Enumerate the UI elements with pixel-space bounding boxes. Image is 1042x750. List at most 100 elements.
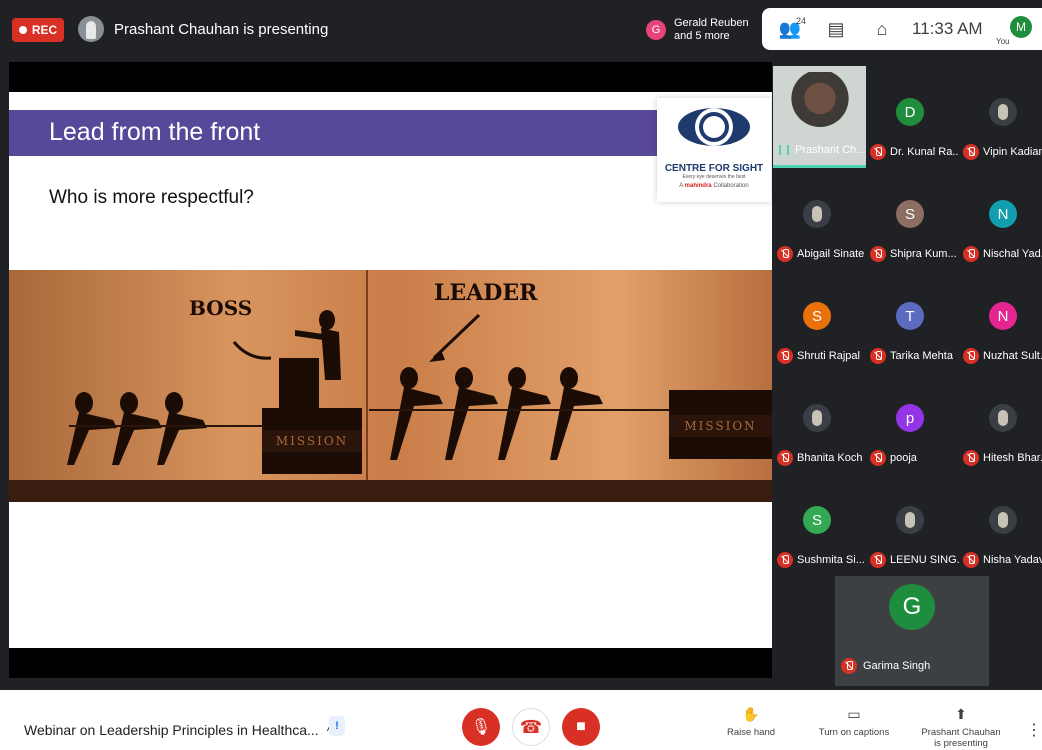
other-participants-chip[interactable]: G Gerald Reuben and 5 more — [646, 10, 758, 50]
participant-tile[interactable]: D Dr. Kunal Ra... — [866, 66, 962, 168]
participant-tile[interactable]: Nisha Yadav — [959, 474, 1042, 576]
more-options-icon[interactable]: ⋮ — [1026, 720, 1042, 740]
presenter-video — [787, 72, 853, 138]
participant-avatar: S — [803, 506, 831, 534]
slide-title: Lead from the front — [49, 118, 261, 146]
tile-name-row: Dr. Kunal Ra... — [870, 144, 962, 160]
participant-photo — [989, 98, 1017, 126]
clock: 11:33 AM — [912, 19, 983, 38]
tile-name-row: Tarika Mehta — [870, 348, 953, 364]
logo-collab-suffix: Collaboration — [713, 183, 749, 189]
participant-tile-spotlight[interactable]: G Garima Singh — [835, 576, 989, 686]
captions-button[interactable]: ▭ Turn on captions — [812, 706, 896, 738]
self-avatar: M — [1010, 16, 1032, 38]
participant-avatar: S — [803, 302, 831, 330]
participant-photo — [989, 404, 1017, 432]
speaking-icon — [779, 145, 789, 155]
participant-name: Nischal Yad... — [983, 248, 1042, 260]
tile-name-row: Nuzhat Sult... — [963, 348, 1042, 364]
presenter-avatar — [78, 16, 104, 42]
participant-name: Nuzhat Sult... — [983, 350, 1042, 362]
participant-tile[interactable]: S Shipra Kum... — [866, 168, 957, 270]
participant-name: Shruti Rajpal — [797, 350, 860, 362]
chat-icon: ▤ — [827, 18, 845, 39]
participant-name: Abigail Sinate — [797, 248, 865, 260]
meeting-details-button[interactable]: Webinar on Leadership Principles in Heal… — [24, 722, 332, 738]
mic-off-icon — [870, 450, 886, 466]
participant-count: 24 — [795, 16, 806, 26]
tile-name-row: LEENU SING... — [870, 552, 966, 568]
host-controls-shield-icon[interactable]: ! — [329, 716, 345, 736]
participant-tile[interactable]: T Tarika Mehta — [866, 270, 956, 372]
participant-tile[interactable]: S Sushmita Si... — [773, 474, 865, 576]
present-now-button[interactable]: ⬆ Prashant Chauhan is presenting — [918, 706, 1004, 749]
participant-tile[interactable]: N Nischal Yad... — [959, 168, 1042, 270]
participant-avatar: N — [989, 302, 1017, 330]
meet-window: REC Prashant Chauhan is presenting G Ger… — [0, 0, 1042, 750]
participant-tile[interactable]: Abigail Sinate — [773, 168, 864, 270]
leave-call-button[interactable]: ☎ — [512, 708, 550, 746]
logo-collab-prefix: A — [679, 183, 683, 189]
participant-avatar: G — [889, 584, 935, 630]
art-leader-label: LEADER — [434, 280, 538, 306]
tile-name-row: pooja — [870, 450, 917, 466]
raise-hand-button[interactable]: ✋ Raise hand — [722, 706, 780, 738]
self-view[interactable]: M You — [996, 14, 1032, 46]
hang-up-icon: ☎ — [519, 716, 543, 737]
recording-badge[interactable]: REC — [12, 18, 64, 42]
participant-name: Tarika Mehta — [890, 350, 953, 362]
participant-name: Nisha Yadav — [983, 554, 1042, 566]
mic-off-icon — [963, 144, 979, 160]
participant-name: Prashant Ch... — [795, 144, 866, 156]
camera-toggle-button[interactable]: ■ — [562, 708, 600, 746]
rec-label: REC — [31, 23, 58, 37]
mic-off-icon — [870, 246, 886, 262]
others-text: Gerald Reuben and 5 more — [674, 17, 749, 43]
participant-avatar: p — [896, 404, 924, 432]
stage-letterbox-bottom — [9, 648, 772, 678]
tile-name-row: Vipin Kadian — [963, 144, 1042, 160]
tile-name-row: Nisha Yadav — [963, 552, 1042, 568]
eye-logo-icon — [678, 108, 750, 146]
presentation-slide: Lead from the front CENTRE FOR SIGHT Eve… — [9, 92, 772, 648]
participant-tile[interactable]: LEENU SING... — [866, 474, 966, 576]
participant-tile[interactable]: p pooja — [866, 372, 956, 474]
others-line2: and 5 more — [674, 30, 730, 42]
mic-off-icon — [870, 348, 886, 364]
people-button[interactable]: 👥 24 — [772, 8, 808, 50]
present-label-line2: is presenting — [934, 738, 988, 749]
tile-name-row: Prashant Ch... — [779, 144, 865, 156]
camera-off-icon: ■ — [576, 718, 586, 735]
participant-photo — [896, 506, 924, 534]
presenting-status: Prashant Chauhan is presenting — [114, 21, 329, 38]
mic-off-icon — [963, 348, 979, 364]
mic-toggle-button[interactable]: 🎙 — [462, 708, 500, 746]
participant-tile[interactable]: N Nuzhat Sult... — [959, 270, 1042, 372]
logo-collab-company: mahindra — [684, 183, 712, 189]
participant-avatar: N — [989, 200, 1017, 228]
top-bar: REC Prashant Chauhan is presenting G Ger… — [0, 0, 1042, 62]
chat-button[interactable]: ▤ — [818, 8, 854, 50]
tile-name-row: Garima Singh — [841, 658, 930, 674]
participant-name: Vipin Kadian — [983, 146, 1042, 158]
tile-name-row: Nischal Yad... — [963, 246, 1042, 262]
participant-tile[interactable]: Hitesh Bhar... — [959, 372, 1042, 474]
activities-button[interactable]: ⌂ — [864, 8, 900, 50]
participant-tile[interactable]: Bhanita Koch — [773, 372, 863, 474]
participant-avatar: D — [896, 98, 924, 126]
participant-avatar: T — [896, 302, 924, 330]
bottom-bar: Webinar on Leadership Principles in Heal… — [0, 690, 1042, 750]
mic-off-icon — [777, 552, 793, 568]
participant-tile[interactable]: S Shruti Rajpal — [773, 270, 863, 372]
participant-name: Bhanita Koch — [797, 452, 863, 464]
tile-name-row: Abigail Sinate — [777, 246, 864, 262]
participant-tile-presenter[interactable]: Prashant Ch... — [773, 66, 866, 168]
mic-off-icon — [963, 552, 979, 568]
record-dot-icon — [18, 26, 27, 34]
participant-name: Sushmita Si... — [797, 554, 865, 566]
participant-name: Hitesh Bhar... — [983, 452, 1042, 464]
tile-name-row: Sushmita Si... — [777, 552, 865, 568]
participant-tile[interactable]: Vipin Kadian — [959, 66, 1042, 168]
others-line1: Gerald Reuben — [674, 17, 749, 29]
participant-name: LEENU SING... — [890, 554, 966, 566]
